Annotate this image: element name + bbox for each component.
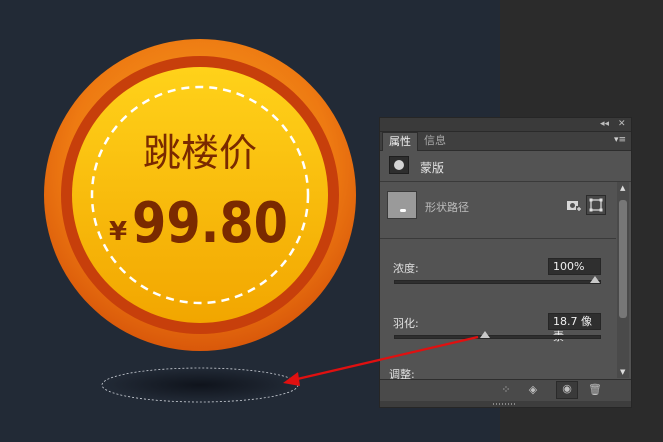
path-label: 形状路径: [425, 201, 469, 214]
path-thumbnail: [387, 191, 417, 219]
panel-tabs: 属性 信息 ▾≡: [380, 132, 631, 151]
scroll-thumb[interactable]: [619, 200, 627, 318]
scroll-down-icon[interactable]: ▼: [620, 368, 625, 376]
panel-menu-icon[interactable]: ▾≡: [614, 135, 626, 145]
feather-input[interactable]: 18.7 像素: [548, 313, 601, 343]
density-label: 浓度:: [393, 262, 419, 275]
eye-icon[interactable]: ◉: [556, 381, 578, 399]
tab-info[interactable]: 信息: [418, 132, 452, 150]
mask-header: 蒙版: [380, 151, 631, 182]
panel-titlebar: ◂◂ ✕: [380, 118, 631, 132]
panel-resize-grip[interactable]: [380, 401, 631, 407]
apply-mask-icon[interactable]: ◈: [525, 383, 541, 397]
feather-slider[interactable]: [394, 335, 601, 339]
density-input[interactable]: 100%: [548, 258, 601, 275]
panel-footer: ⁘ ◈ ◉ 🗑: [380, 379, 631, 401]
close-icon[interactable]: ✕: [618, 119, 626, 130]
add-vector-mask-icon[interactable]: [566, 199, 582, 213]
select-mask-button[interactable]: [586, 195, 606, 215]
density-slider[interactable]: [394, 280, 601, 284]
trash-icon[interactable]: 🗑: [587, 383, 603, 397]
properties-panel: ◂◂ ✕ 属性 信息 ▾≡ 蒙版 形状路径 浓度: 100% 羽化: 18.7 …: [379, 117, 632, 408]
mask-icon: [389, 156, 409, 174]
panel-scrollbar[interactable]: ▲ ▼: [617, 182, 629, 378]
tab-properties[interactable]: 属性: [382, 132, 418, 151]
density-slider-handle[interactable]: [590, 276, 600, 283]
scroll-up-icon[interactable]: ▲: [620, 184, 625, 192]
shape-path-row: 形状路径: [380, 182, 616, 239]
mask-label: 蒙版: [420, 161, 445, 175]
feather-label: 羽化:: [393, 317, 419, 330]
transform-icon: [589, 198, 603, 212]
load-selection-icon[interactable]: ⁘: [498, 383, 514, 397]
collapse-icon[interactable]: ◂◂: [600, 119, 609, 130]
feather-slider-handle[interactable]: [480, 331, 491, 338]
